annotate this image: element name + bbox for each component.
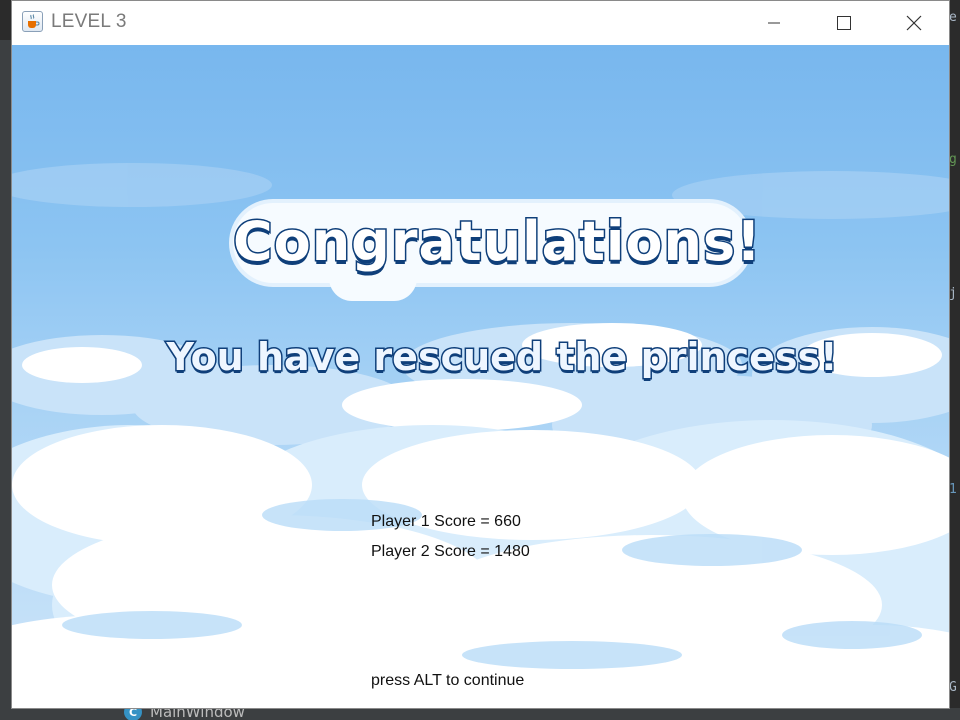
- java-cup-icon: [22, 11, 43, 32]
- minimize-button[interactable]: [739, 1, 809, 45]
- window-titlebar[interactable]: LEVEL 3: [12, 1, 949, 45]
- player-2-score: Player 2 Score = 1480: [371, 537, 530, 567]
- window-title: LEVEL 3: [51, 11, 127, 32]
- game-canvas[interactable]: Congratulations! You have rescued the pr…: [12, 45, 949, 708]
- game-window: LEVEL 3 Congratulations! You have rescue…: [12, 1, 949, 708]
- score-list: Player 1 Score = 660 Player 2 Score = 14…: [371, 507, 530, 567]
- score-value: 660: [494, 513, 521, 530]
- ide-right-fragment: j: [949, 286, 957, 301]
- close-icon: [906, 15, 922, 31]
- congratulations-banner: Congratulations!: [232, 203, 763, 301]
- score-label: Player 2 Score =: [371, 543, 495, 560]
- maximize-icon: [837, 16, 851, 30]
- rescue-message: You have rescued the princess!: [165, 334, 839, 381]
- ide-right-fragment: G: [949, 680, 957, 695]
- close-button[interactable]: [879, 1, 949, 45]
- maximize-button[interactable]: [809, 1, 879, 45]
- ide-right-fragment: 1: [949, 482, 957, 497]
- minimize-icon: [768, 22, 780, 24]
- score-label: Player 1 Score =: [371, 513, 495, 530]
- ide-right-edge: e g j 1 G: [948, 0, 960, 720]
- score-value: 1480: [494, 543, 530, 560]
- continue-hint: press ALT to continue: [371, 672, 525, 689]
- ide-right-fragment: g: [949, 152, 957, 167]
- player-1-score: Player 1 Score = 660: [371, 507, 530, 537]
- congratulations-title: Congratulations!: [232, 209, 763, 275]
- ide-right-fragment: e: [949, 10, 957, 25]
